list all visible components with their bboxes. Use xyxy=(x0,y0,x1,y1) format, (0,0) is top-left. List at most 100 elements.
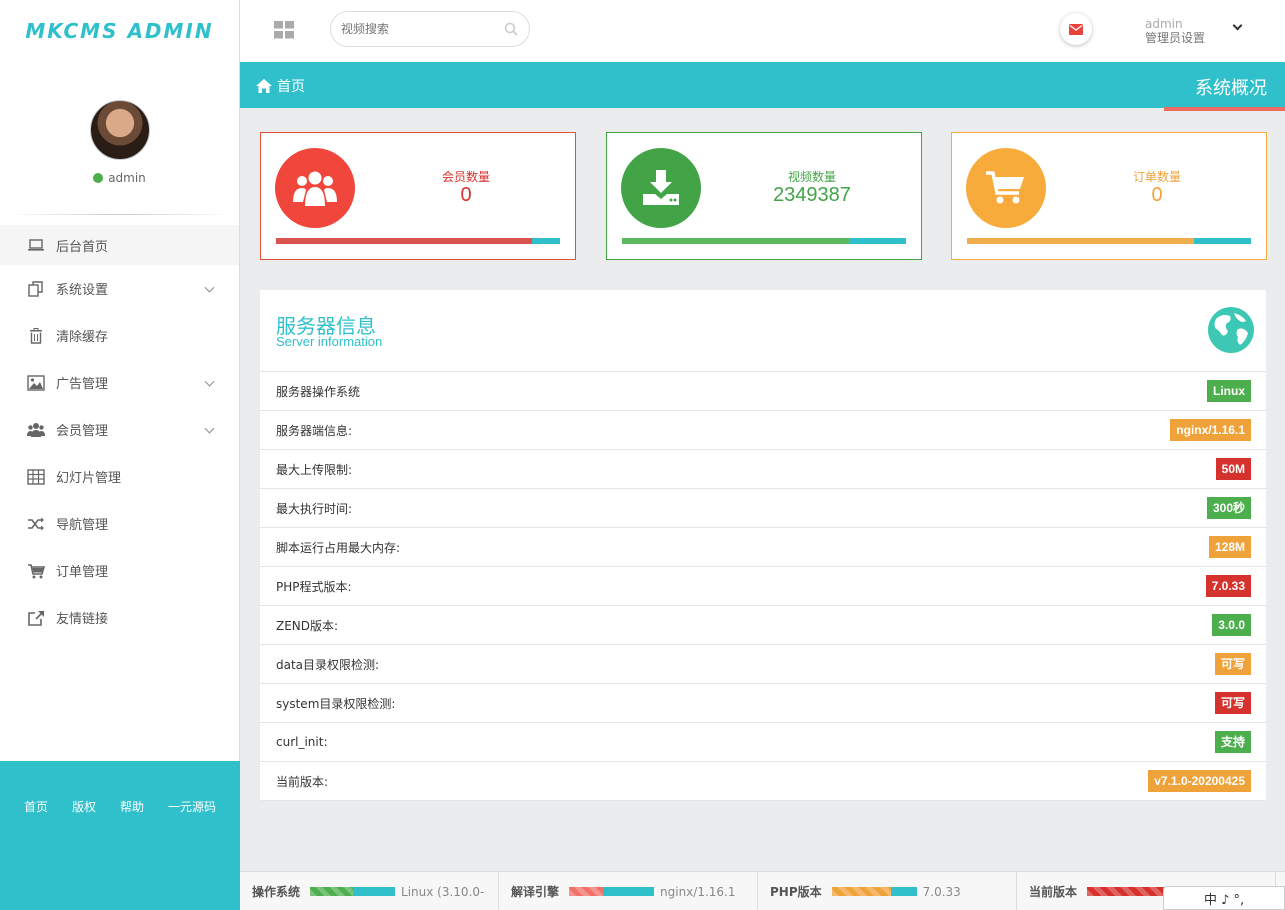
footer-link-copyright[interactable]: 版权 xyxy=(72,798,96,910)
user-role: 管理员设置 xyxy=(1145,31,1206,45)
status-bar: 操作系统 Linux (3.10.0- 解译引擎 nginx/1.16.1 PHP版本 7… xyxy=(240,871,1285,910)
server-info-row: 当前版本: v7.1.0-20200425 xyxy=(260,762,1266,801)
user-menu[interactable]: admin 管理员设置 xyxy=(1145,17,1205,45)
footer-link-source[interactable]: 一元源码 xyxy=(168,798,216,910)
server-info-row: 服务器端信息: nginx/1.16.1 xyxy=(260,411,1266,450)
server-info-list: 服务器操作系统 Linux 服务器端信息: nginx/1.16.1 最大上传限制: 50… xyxy=(260,372,1266,801)
status-progress-bar xyxy=(831,887,917,896)
sidebar-item-friend-links[interactable]: 友情链接 xyxy=(0,594,239,641)
server-info-label: 服务器端信息: xyxy=(276,423,353,438)
breadcrumb-bar: 首页 系统概况 xyxy=(240,62,1285,108)
breadcrumb[interactable]: 首页 xyxy=(256,76,305,96)
status-label: 当前版本 xyxy=(1029,885,1078,899)
status-badge: 3.0.0 xyxy=(1212,614,1251,636)
server-info-label: 服务器操作系统 xyxy=(276,384,361,399)
status-badge: Linux xyxy=(1207,380,1251,402)
ime-text: 中 ♪ °, xyxy=(1204,892,1245,908)
sidebar-item-dashboard[interactable]: 后台首页 xyxy=(0,225,239,265)
status-progress-bar xyxy=(1087,887,1173,896)
progress-bar xyxy=(967,238,1251,244)
sidebar-item-system-settings[interactable]: 系统设置 xyxy=(0,265,239,312)
page-title: 系统概况 xyxy=(1195,78,1267,99)
stat-value: 0 xyxy=(1151,184,1163,206)
status-badge: 300秒 xyxy=(1206,497,1251,519)
stat-card-orders[interactable]: 订单数量 0 xyxy=(951,132,1267,260)
avatar[interactable] xyxy=(89,100,150,160)
breadcrumb-home[interactable]: 首页 xyxy=(277,76,305,96)
user-name: admin xyxy=(1145,17,1183,31)
stat-label: 视频数量 xyxy=(787,170,836,184)
profile-name: admin xyxy=(108,171,146,185)
status-progress-bar xyxy=(569,887,655,896)
status-label: 操作系统 xyxy=(252,885,301,899)
search-input[interactable] xyxy=(331,12,491,46)
sidebar-item-label: 导航管理 xyxy=(56,518,109,533)
stat-card-videos[interactable]: 视频数量 2349387 xyxy=(606,132,922,260)
copy-icon xyxy=(27,280,45,297)
stat-value: 2349387 xyxy=(773,184,851,206)
status-progress-bar xyxy=(310,887,396,896)
shuffle-icon xyxy=(27,516,45,532)
progress-bar xyxy=(276,238,560,244)
status-badge: 128M xyxy=(1208,536,1251,558)
sidebar-item-label: 广告管理 xyxy=(56,377,109,392)
server-info-panel: 服务器信息 Server information 服务器操作系统 Linux 服务器… xyxy=(260,290,1266,801)
ime-toolbar[interactable]: 中 ♪ °, xyxy=(1163,886,1285,910)
sidebar-item-label: 系统设置 xyxy=(56,283,109,298)
page-title-underline xyxy=(1164,107,1285,111)
sidebar-item-label: 后台首页 xyxy=(56,239,109,255)
online-status-icon xyxy=(93,173,104,183)
external-link-icon xyxy=(27,610,45,626)
sidebar-menu: 后台首页 系统设置 清除缓存 广告管理 会员管理 幻灯片管理 导航管理 订单管理… xyxy=(0,225,239,641)
status-badge: 7.0.33 xyxy=(1205,575,1251,597)
search-icon[interactable] xyxy=(504,22,518,36)
sidebar-item-label: 会员管理 xyxy=(56,424,109,439)
server-info-row: 最大执行时间: 300秒 xyxy=(260,489,1266,528)
mail-button[interactable] xyxy=(1060,13,1092,45)
grid-icon[interactable] xyxy=(274,21,294,39)
image-icon xyxy=(27,374,45,391)
server-info-label: PHP程式版本: xyxy=(276,579,352,594)
status-segment: PHP版本 7.0.33 xyxy=(758,872,1017,910)
status-segment: 操作系统 Linux (3.10.0- xyxy=(240,872,499,910)
sidebar-item-navigation[interactable]: 导航管理 xyxy=(0,500,239,547)
chevron-down-icon xyxy=(204,282,215,293)
sidebar-item-label: 订单管理 xyxy=(56,565,109,580)
users-icon xyxy=(27,422,45,438)
chevron-down-icon[interactable] xyxy=(1232,20,1243,31)
server-info-label: 最大上传限制: xyxy=(276,462,353,477)
globe-icon xyxy=(1208,307,1254,353)
download-icon xyxy=(621,148,701,228)
sidebar-item-slides[interactable]: 幻灯片管理 xyxy=(0,453,239,500)
envelope-icon xyxy=(1069,23,1083,35)
table-icon xyxy=(27,468,45,485)
server-info-label: 最大执行时间: xyxy=(276,501,353,516)
sidebar-item-members[interactable]: 会员管理 xyxy=(0,406,239,453)
server-info-label: 当前版本: xyxy=(276,774,329,789)
stat-value: 0 xyxy=(460,184,472,206)
server-info-subtitle: Server information xyxy=(276,334,383,349)
cart-icon xyxy=(27,563,45,579)
app-logo[interactable]: MKCMS ADMIN xyxy=(0,0,239,62)
footer-link-help[interactable]: 帮助 xyxy=(120,798,144,910)
server-info-row: 最大上传限制: 50M xyxy=(260,450,1266,489)
users-icon xyxy=(275,148,355,228)
server-info-label: curl_init: xyxy=(276,735,328,749)
server-info-row: data目录权限检测: 可写 xyxy=(260,645,1266,684)
status-label: PHP版本 xyxy=(770,885,822,899)
footer-link-home[interactable]: 首页 xyxy=(24,798,48,910)
cart-icon xyxy=(966,148,1046,228)
status-value: Linux (3.10.0- xyxy=(401,884,485,899)
sidebar-item-clear-cache[interactable]: 清除缓存 xyxy=(0,312,239,359)
server-info-row: PHP程式版本: 7.0.33 xyxy=(260,567,1266,606)
status-badge: nginx/1.16.1 xyxy=(1170,419,1251,441)
stat-card-members[interactable]: 会员数量 0 xyxy=(260,132,576,260)
sidebar-item-ads[interactable]: 广告管理 xyxy=(0,359,239,406)
server-info-label: data目录权限检测: xyxy=(276,657,380,672)
server-info-row: system目录权限检测: 可写 xyxy=(260,684,1266,723)
sidebar-item-orders[interactable]: 订单管理 xyxy=(0,547,239,594)
status-badge: 可写 xyxy=(1214,692,1251,714)
status-badge: 可写 xyxy=(1214,653,1251,675)
server-info-label: ZEND版本: xyxy=(276,618,339,633)
home-icon xyxy=(256,79,272,93)
